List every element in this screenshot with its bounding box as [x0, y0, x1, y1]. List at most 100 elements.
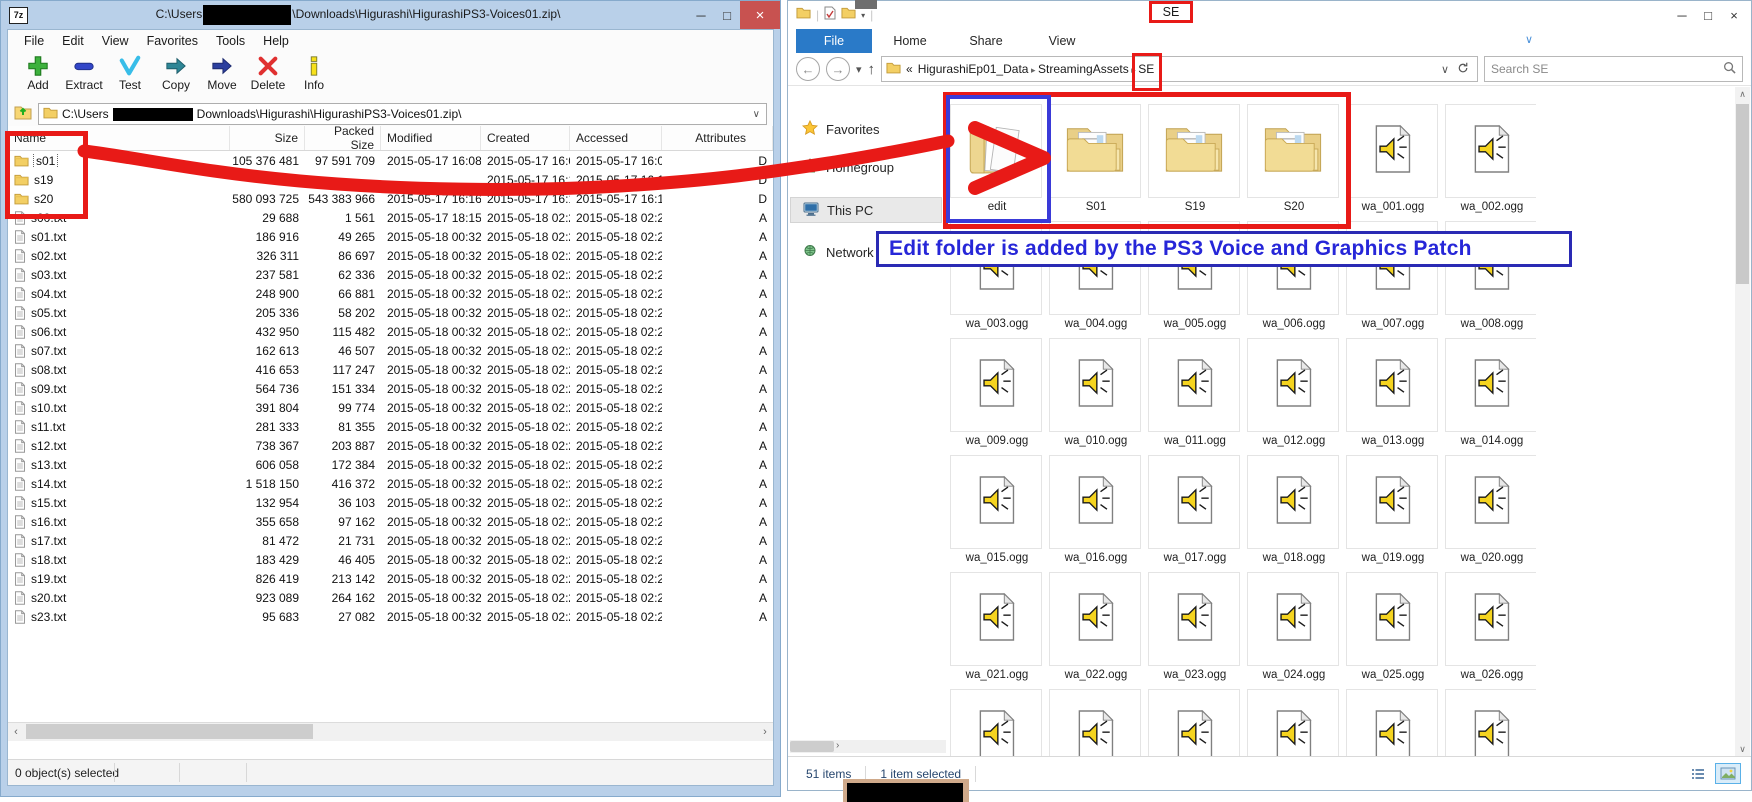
menu-item-edit[interactable]: Edit [54, 32, 92, 50]
menu-item-favorites[interactable]: Favorites [139, 32, 206, 50]
delete-button[interactable]: Delete [248, 54, 288, 92]
chevron-down-icon[interactable]: ∨ [747, 109, 766, 120]
file-item[interactable]: wa_002.ogg [1445, 104, 1536, 213]
sidebar-item-favorites[interactable]: Favorites [790, 116, 942, 142]
table-row[interactable]: s04.txt248 90066 8812015-05-18 00:322015… [8, 284, 773, 303]
7zip-titlebar[interactable]: 7z C:\Users\Downloads\Higurashi\Higurash… [1, 1, 780, 29]
scroll-down-icon[interactable]: ∨ [1735, 742, 1750, 757]
table-row[interactable]: s14.txt1 518 150416 3722015-05-18 00:322… [8, 474, 773, 493]
sidebar-item-homegroup[interactable]: Homegroup [790, 154, 942, 180]
test-button[interactable]: Test [110, 54, 150, 92]
horizontal-scrollbar[interactable]: ‹ › [8, 722, 773, 741]
file-item[interactable]: wa_012.ogg [1247, 338, 1341, 447]
table-row[interactable]: s02.txt326 31186 6972015-05-18 00:322015… [8, 246, 773, 265]
new-folder-icon[interactable] [841, 6, 856, 24]
table-row[interactable]: s23.txt95 68327 0822015-05-18 00:322015-… [8, 607, 773, 626]
sidebar-scrollbar[interactable]: › [790, 740, 946, 753]
column-header-modified[interactable]: Modified [381, 126, 481, 150]
folder-item[interactable]: S01 [1049, 104, 1143, 213]
file-item[interactable]: wa_011.ogg [1148, 338, 1242, 447]
table-row[interactable]: s12.txt738 367203 8872015-05-18 00:32201… [8, 436, 773, 455]
folder-icon[interactable] [796, 6, 811, 24]
table-row[interactable]: s08.txt416 653117 2472015-05-18 00:32201… [8, 360, 773, 379]
tab-home[interactable]: Home [872, 29, 948, 53]
file-item[interactable] [1445, 689, 1536, 757]
table-row[interactable]: s01.txt186 91649 2652015-05-18 00:322015… [8, 227, 773, 246]
file-item[interactable]: wa_019.ogg [1346, 455, 1440, 564]
breadcrumb-chevrons[interactable]: « [906, 62, 913, 76]
table-row[interactable]: s03.txt237 58162 3362015-05-18 00:322015… [8, 265, 773, 284]
scroll-right-icon[interactable]: › [757, 723, 773, 740]
minimize-button[interactable]: ─ [1669, 1, 1695, 29]
file-item[interactable]: wa_015.ogg [950, 455, 1044, 564]
column-header-size[interactable]: Size [230, 126, 305, 150]
table-row[interactable]: s19.txt826 419213 1422015-05-18 00:32201… [8, 569, 773, 588]
table-row[interactable]: s17.txt81 47221 7312015-05-18 00:322015-… [8, 531, 773, 550]
info-button[interactable]: Info [294, 54, 334, 92]
close-button[interactable]: × [740, 1, 780, 29]
table-row[interactable]: s18.txt183 42946 4052015-05-18 00:322015… [8, 550, 773, 569]
table-row[interactable]: s07.txt162 61346 5072015-05-18 00:322015… [8, 341, 773, 360]
thumbnail-view-button[interactable] [1715, 763, 1741, 784]
scroll-right-icon[interactable]: › [836, 740, 839, 751]
table-row[interactable]: s16.txt355 65897 1622015-05-18 00:322015… [8, 512, 773, 531]
file-item[interactable]: wa_023.ogg [1148, 572, 1242, 681]
maximize-button[interactable]: □ [714, 1, 740, 29]
column-header-attributes[interactable]: Attributes [662, 126, 773, 150]
file-item[interactable]: wa_013.ogg [1346, 338, 1440, 447]
file-item[interactable]: wa_025.ogg [1346, 572, 1440, 681]
column-header-packed-size[interactable]: Packed Size [305, 126, 381, 150]
column-header-accessed[interactable]: Accessed [570, 126, 662, 150]
column-header-created[interactable]: Created [481, 126, 570, 150]
table-row[interactable]: s15.txt132 95436 1032015-05-18 00:322015… [8, 493, 773, 512]
folder-item[interactable]: S19 [1148, 104, 1242, 213]
minimize-button[interactable]: ─ [688, 1, 714, 29]
file-item[interactable]: wa_009.ogg [950, 338, 1044, 447]
forward-button[interactable]: → [826, 57, 850, 81]
scroll-up-icon[interactable]: ∧ [1735, 87, 1750, 102]
file-item[interactable] [1247, 689, 1341, 757]
file-item[interactable]: wa_022.ogg [1049, 572, 1143, 681]
file-item[interactable]: wa_004.ogg [1049, 221, 1143, 330]
up-folder-icon[interactable] [14, 104, 32, 125]
file-item[interactable]: wa_014.ogg [1445, 338, 1536, 447]
menu-item-tools[interactable]: Tools [208, 32, 253, 50]
menu-item-help[interactable]: Help [255, 32, 297, 50]
scroll-left-icon[interactable]: ‹ [8, 723, 24, 740]
file-item[interactable]: wa_016.ogg [1049, 455, 1143, 564]
file-item[interactable]: wa_005.ogg [1148, 221, 1242, 330]
folder-item[interactable]: S20 [1247, 104, 1341, 213]
table-row[interactable]: s09.txt564 736151 3342015-05-18 00:32201… [8, 379, 773, 398]
details-view-button[interactable] [1687, 765, 1709, 783]
table-row[interactable]: s20.txt923 089264 1622015-05-18 00:32201… [8, 588, 773, 607]
7zip-address-combo[interactable]: C:\Users Downloads\Higurashi\HigurashiPS… [38, 103, 767, 125]
file-item[interactable]: wa_001.ogg [1346, 104, 1440, 213]
menu-item-view[interactable]: View [94, 32, 137, 50]
table-row[interactable]: s13.txt606 058172 3842015-05-18 00:32201… [8, 455, 773, 474]
menu-item-file[interactable]: File [16, 32, 52, 50]
folder-item[interactable]: edit [950, 104, 1044, 213]
close-button[interactable]: × [1721, 1, 1747, 29]
table-row[interactable]: s11.txt281 33381 3552015-05-18 00:322015… [8, 417, 773, 436]
table-row[interactable]: s192015-05-17 16:142015-05-17 16:15D [8, 170, 773, 189]
file-item[interactable]: wa_026.ogg [1445, 572, 1536, 681]
tab-file[interactable]: File [796, 29, 872, 53]
file-item[interactable]: wa_010.ogg [1049, 338, 1143, 447]
up-button[interactable]: ↑ [868, 61, 876, 78]
file-item[interactable]: wa_007.ogg [1346, 221, 1440, 330]
recent-locations-icon[interactable]: ▾ [856, 63, 862, 76]
scrollbar-thumb[interactable] [790, 741, 834, 752]
file-item[interactable] [1148, 689, 1242, 757]
table-row[interactable]: s00.txt29 6881 5612015-05-17 18:152015-0… [8, 208, 773, 227]
table-row[interactable]: s01105 376 48197 591 7092015-05-17 16:08… [8, 151, 773, 170]
file-item[interactable]: wa_017.ogg [1148, 455, 1242, 564]
scrollbar-thumb[interactable] [26, 724, 313, 739]
file-item[interactable]: wa_020.ogg [1445, 455, 1536, 564]
maximize-button[interactable]: □ [1695, 1, 1721, 29]
table-row[interactable]: s06.txt432 950115 4822015-05-18 00:32201… [8, 322, 773, 341]
file-item[interactable]: wa_024.ogg [1247, 572, 1341, 681]
file-item[interactable]: wa_003.ogg [950, 221, 1044, 330]
copy-button[interactable]: Copy [156, 54, 196, 92]
back-button[interactable]: ← [796, 57, 820, 81]
table-row[interactable]: s20580 093 725543 383 9662015-05-17 16:1… [8, 189, 773, 208]
